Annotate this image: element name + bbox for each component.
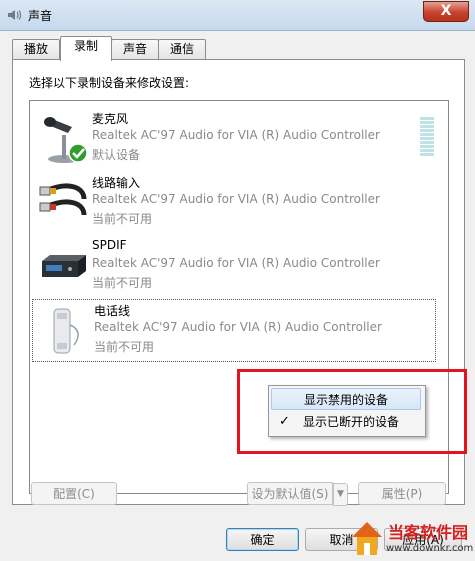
device-driver: Realtek AC'97 Audio for VIA (R) Audio Co… <box>92 256 380 270</box>
highlight-frame <box>237 369 467 454</box>
tab-communications[interactable]: 通信 <box>158 39 206 60</box>
device-status: 当前不可用 <box>94 340 155 354</box>
speaker-icon <box>8 10 22 20</box>
watermark-title: 当客软件园 <box>388 523 469 542</box>
device-driver: Realtek AC'97 Audio for VIA (R) Audio Co… <box>92 192 380 206</box>
level-meter <box>420 117 434 157</box>
device-status: 当前不可用 <box>92 276 153 290</box>
device-item-phone-line[interactable]: 电话线 Realtek AC'97 Audio for VIA (R) Audi… <box>32 299 436 362</box>
sound-dialog: 播放 录制 声音 通信 选择以下录制设备来修改设置: 麦克风 Realtek A… <box>0 31 475 561</box>
configure-button[interactable]: 配置(C) <box>31 482 117 505</box>
device-name: SPDIF <box>92 238 127 252</box>
close-button[interactable]: X <box>423 1 469 22</box>
ok-button[interactable]: 确定 <box>226 528 299 551</box>
device-item-line-in[interactable]: 线路输入 Realtek AC'97 Audio for VIA (R) Aud… <box>30 171 436 234</box>
tab-playback[interactable]: 播放 <box>12 39 60 60</box>
microphone-icon <box>44 117 88 163</box>
set-default-dropdown-arrow[interactable]: ▼ <box>333 483 348 506</box>
device-item-microphone[interactable]: 麦克风 Realtek AC'97 Audio for VIA (R) Audi… <box>30 107 436 170</box>
device-driver: Realtek AC'97 Audio for VIA (R) Audio Co… <box>92 128 380 142</box>
watermark: 当客软件园 www.downkr.com <box>346 515 475 561</box>
house-logo-icon <box>352 522 382 555</box>
device-item-spdif[interactable]: SPDIF Realtek AC'97 Audio for VIA (R) Au… <box>30 235 436 298</box>
device-status: 默认设备 <box>92 148 141 162</box>
device-driver: Realtek AC'97 Audio for VIA (R) Audio Co… <box>94 320 382 334</box>
instruction-label: 选择以下录制设备来修改设置: <box>29 76 190 90</box>
tab-recording[interactable]: 录制 <box>60 36 112 61</box>
tab-sounds[interactable]: 声音 <box>111 39 159 60</box>
spdif-device-icon <box>42 255 86 277</box>
device-name: 麦克风 <box>92 112 129 126</box>
device-name: 电话线 <box>94 304 131 318</box>
rca-cable-icon <box>39 183 87 216</box>
phone-handset-icon <box>53 308 79 354</box>
title-bar: 声音 X <box>0 0 475 31</box>
watermark-url: www.downkr.com <box>386 543 474 554</box>
device-status: 当前不可用 <box>92 212 153 226</box>
window-title: 声音 <box>28 9 53 23</box>
device-name: 线路输入 <box>92 176 141 190</box>
set-default-button[interactable]: 设为默认值(S) <box>247 482 333 505</box>
properties-button[interactable]: 属性(P) <box>358 482 446 505</box>
